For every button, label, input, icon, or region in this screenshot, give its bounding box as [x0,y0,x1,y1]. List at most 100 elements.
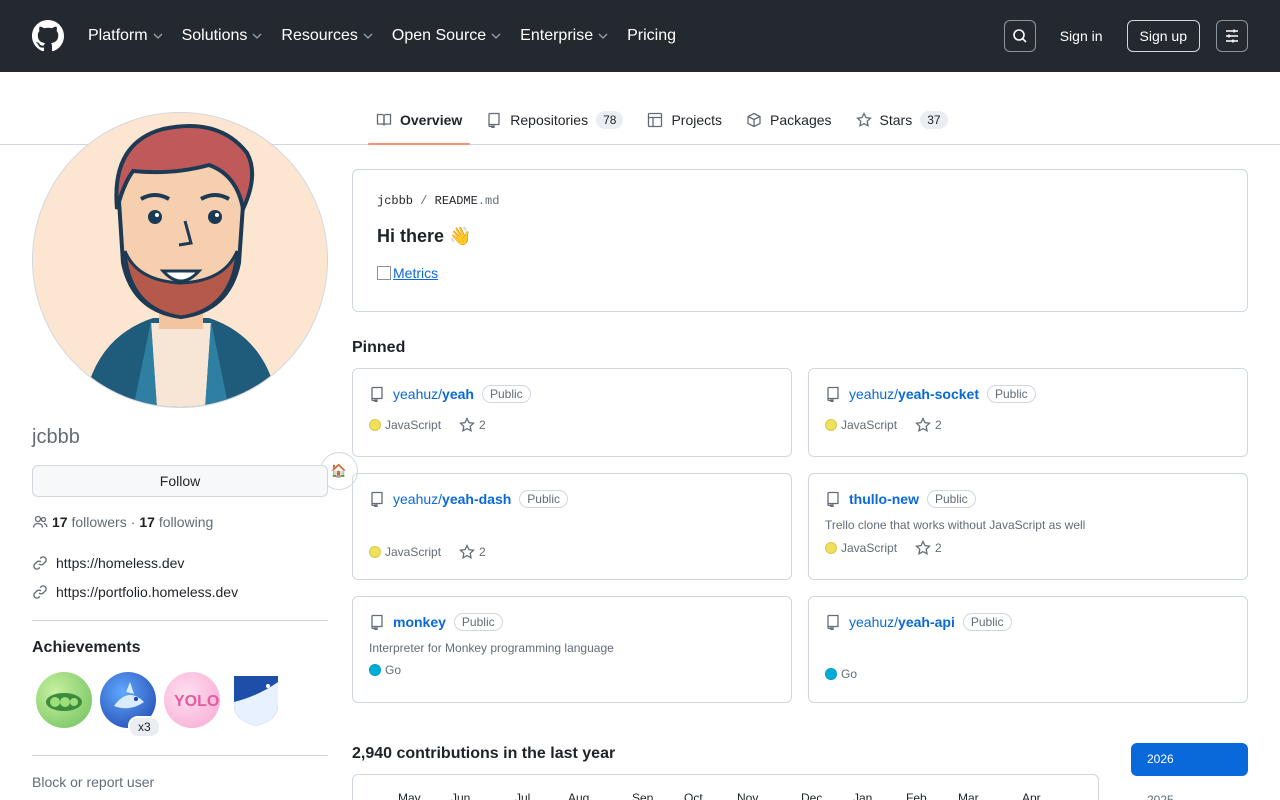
pinned-repo-card: yeahuz/yeah-dash Public JavaScript 2 [352,473,792,580]
repo-stars-link[interactable]: 2 [459,544,486,560]
repo-link[interactable]: monkey [393,614,446,630]
following-link[interactable]: 17 following [139,514,213,530]
chevron-down-icon [363,33,373,39]
table-icon [648,112,663,128]
repo-icon [827,614,839,630]
nav-solutions[interactable]: Solutions [182,27,264,45]
tab-packages[interactable]: Packages [738,100,839,140]
repositories-count: 78 [596,111,624,129]
repo-link[interactable]: yeahuz/yeah [393,386,474,402]
achievements-title: Achievements [32,639,141,656]
pair-extraordinaire-badge[interactable] [36,672,92,728]
repo-icon [371,614,383,630]
settings-button[interactable] [1216,20,1248,52]
sign-in-link[interactable]: Sign in [1060,28,1103,44]
profile-tabs: Overview Repositories 78 Projects Packag… [368,100,964,145]
metrics-alt-text: Metrics [393,265,439,281]
chevron-down-icon [598,33,608,39]
header-actions: Sign in Sign up [1003,20,1248,52]
repo-link[interactable]: yeahuz/yeah-dash [393,491,511,507]
stars-count: 37 [920,111,948,129]
yolo-badge[interactable]: YOLO [164,672,220,728]
readme-file-link[interactable]: README.md [435,194,500,208]
repo-language: JavaScript [841,418,898,432]
nav-label: Open Source [391,27,487,44]
repo-language: JavaScript [841,541,898,555]
repo-stars-link[interactable]: 2 [915,540,942,556]
month-label: Sep [632,791,654,800]
star-icon [915,540,931,556]
pull-shark-badge[interactable]: x3 [100,672,161,738]
block-report-link[interactable]: Block or report user [32,774,154,790]
repo-language: JavaScript [385,545,442,559]
search-button[interactable] [1003,20,1036,52]
repo-owner: yeahuz/ [393,386,443,402]
following-count: 17 [139,514,155,530]
year-2026-button[interactable]: 2026 [1131,743,1248,776]
month-label: Oct [684,791,703,800]
visibility-badge: Public [453,613,503,631]
nav-label: Platform [88,27,148,44]
nav-enterprise[interactable]: Enterprise [520,27,609,45]
tab-projects[interactable]: Projects [639,100,730,140]
repo-stars-link[interactable]: 2 [915,417,942,433]
repo-link[interactable]: thullo-new [849,491,919,507]
avatar[interactable] [32,112,328,408]
repo-link[interactable]: yeahuz/yeah-socket [849,386,979,402]
repo-name: yeah-api [898,614,955,630]
metrics-image-link[interactable]: Metrics [377,265,1223,281]
chevron-down-icon [491,33,501,39]
achievement-badges: x3 YOLO [36,672,284,738]
peas-icon [46,693,82,711]
repo-icon [488,112,500,128]
nav-pricing[interactable]: Pricing [627,27,676,45]
followers-label: followers [71,514,127,530]
github-logo-icon[interactable] [32,20,64,52]
global-header: Platform Solutions Resources Open Source… [0,0,1280,72]
repo-description: Interpreter for Monkey programming langu… [369,641,614,655]
month-label: Jun [451,791,471,800]
username: jcbbb [32,426,80,448]
nav-open-source[interactable]: Open Source [392,27,502,45]
website-link[interactable]: https://homeless.dev [56,555,184,571]
tab-label: Packages [770,112,832,128]
visibility-badge: Public [481,385,531,403]
nav-platform[interactable]: Platform [88,27,164,45]
visibility-badge: Public [519,490,568,508]
nav-label: Enterprise [520,27,594,44]
readme-card: jcbbb / README.md Hi there 👋 Metrics [352,169,1248,312]
month-label: Nov [737,791,759,800]
tab-repositories[interactable]: Repositories 78 [478,100,631,140]
achievement-multiplier: x3 [128,716,161,738]
repo-language: Go [841,667,858,681]
divider [32,620,328,621]
nav-resources[interactable]: Resources [281,27,373,45]
star-icon [855,112,872,128]
follow-button[interactable]: Follow [32,465,328,497]
repo-stars-link[interactable]: 2 [459,417,486,433]
repo-icon [827,491,839,507]
repo-star-count: 2 [479,418,486,432]
readme-owner-link[interactable]: jcbbb [377,194,413,208]
year-2025-button[interactable]: 2025 [1147,793,1174,800]
month-label: Apr [1022,791,1041,800]
chevron-down-icon [252,33,262,39]
path-separator: / [420,194,428,208]
repo-star-count: 2 [935,418,942,432]
star-icon [459,544,475,560]
profile-sidebar: 🏠 jcbbb Follow 17 followers · 17 followi… [32,112,358,790]
readme-file-ext: .md [477,194,500,208]
tab-stars[interactable]: Stars 37 [848,100,956,140]
pinned-repo-card: monkey Public Interpreter for Monkey pro… [352,596,792,703]
followers-count: 17 [52,514,68,530]
tab-overview[interactable]: Overview [368,100,471,145]
repo-language: Go [385,663,402,677]
portfolio-link[interactable]: https://portfolio.homeless.dev [56,584,238,600]
month-label: Dec [801,791,823,800]
arctic-code-vault-badge[interactable] [228,672,284,728]
repo-icon [371,491,383,507]
search-icon [1012,29,1027,43]
repo-link[interactable]: yeahuz/yeah-api [849,614,955,630]
sign-up-button[interactable]: Sign up [1126,20,1200,52]
followers-link[interactable]: 17 followers [52,514,127,530]
